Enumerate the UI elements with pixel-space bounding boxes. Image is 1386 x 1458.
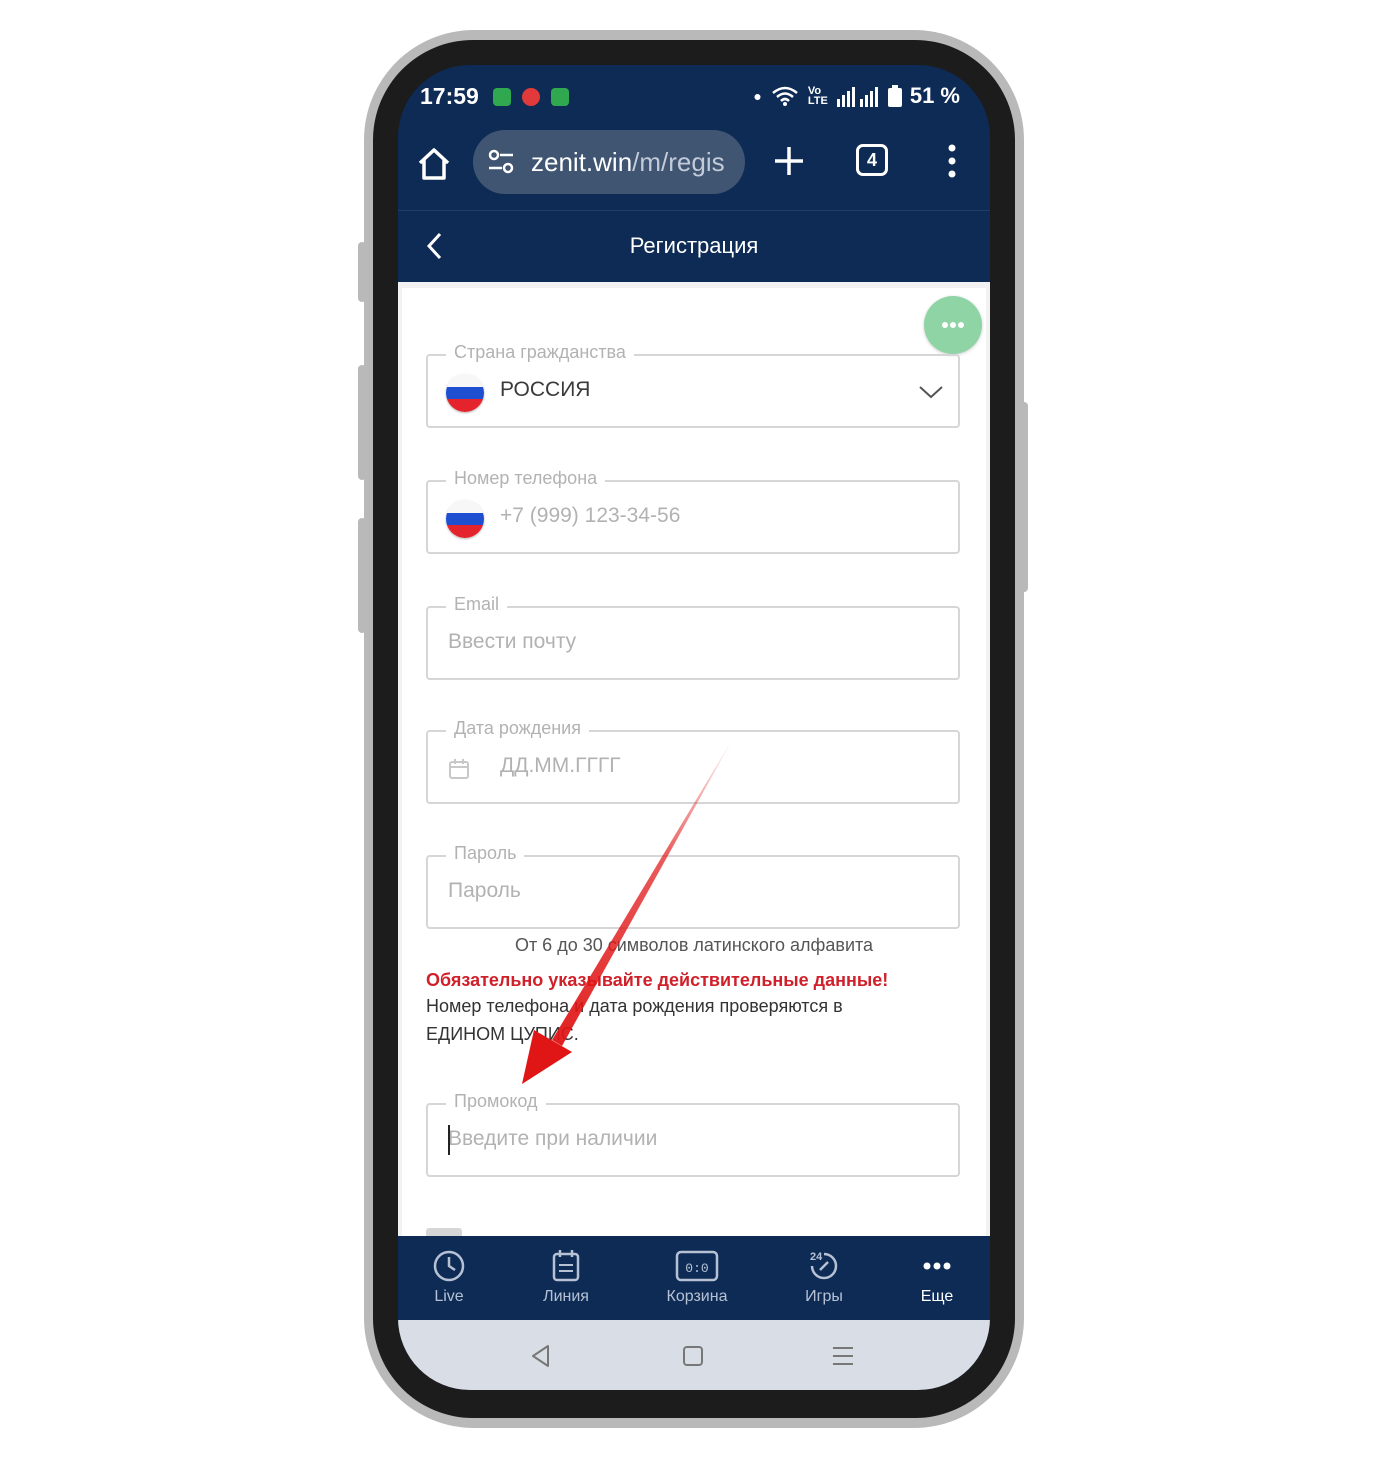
red-arrow-annotation bbox=[522, 735, 735, 1084]
